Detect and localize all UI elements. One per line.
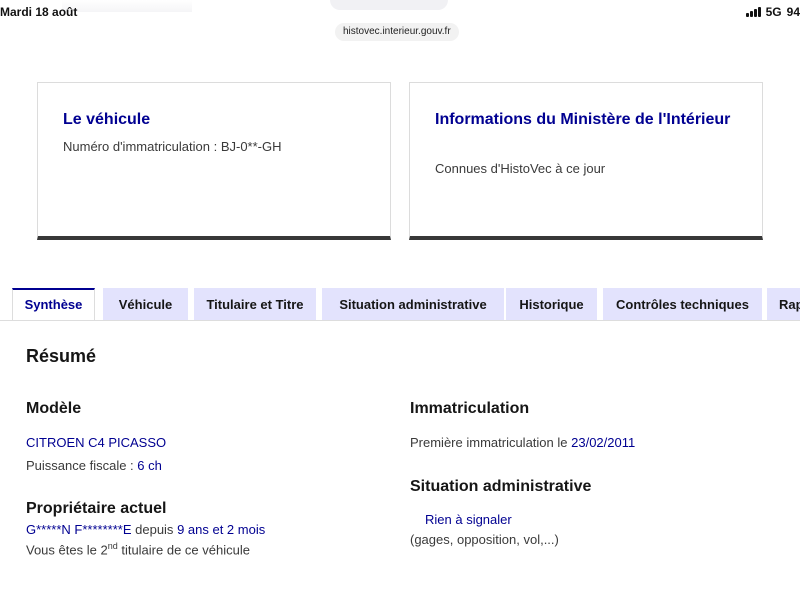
owner-rank-suffix: titulaire de ce véhicule (121, 542, 250, 558)
status-date: Mardi 18 août (0, 5, 78, 19)
tab-bar: Synthèse Véhicule Titulaire et Titre Sit… (12, 288, 800, 321)
first-registration-date: 23/02/2011 (571, 435, 636, 450)
ministry-card: Informations du Ministère de l'Intérieur… (409, 82, 763, 240)
owner-name: G*****N F********E (26, 522, 132, 537)
admin-situation-status: Rien à signaler (425, 512, 512, 527)
vehicle-card: Le véhicule Numéro d'immatriculation : B… (37, 82, 391, 240)
fiscal-power-label: Puissance fiscale : (26, 458, 134, 473)
first-registration: Première immatriculation le 23/02/2011 (410, 435, 635, 450)
ministry-card-title: Informations du Ministère de l'Intérieur (435, 111, 731, 128)
plate-label: Numéro d'immatriculation : (63, 139, 218, 154)
admin-situation-heading: Situation administrative (410, 478, 592, 495)
signal-icon (745, 7, 761, 17)
owner-rank-prefix: Vous êtes le (26, 542, 97, 558)
tab-historique[interactable]: Historique (506, 288, 597, 321)
tab-titulaire-titre[interactable]: Titulaire et Titre (194, 288, 316, 321)
tab-vehicule[interactable]: Véhicule (103, 288, 188, 321)
ministry-card-subtitle: Connues d'HistoVec à ce jour (435, 161, 606, 176)
owner-since-label: depuis (135, 522, 174, 537)
owner-rank-line: Vous êtes le 2nd titulaire de ce véhicul… (26, 541, 250, 557)
owner-line: G*****N F********E depuis 9 ans et 2 moi… (26, 522, 265, 537)
first-registration-label: Première immatriculation le (410, 435, 568, 450)
fiscal-power-value: 6 ch (137, 458, 162, 473)
address-bar[interactable]: histovec.interieur.gouv.fr (335, 23, 459, 41)
summary-heading: Résumé (26, 346, 97, 366)
network-label: 5G (765, 5, 782, 19)
model-name: CITROEN C4 PICASSO (26, 435, 167, 450)
status-indicators: 5G 94 (745, 5, 800, 19)
vehicle-card-title: Le véhicule (63, 111, 151, 128)
admin-situation-details: (gages, opposition, vol,...) (410, 532, 559, 547)
owner-duration: 9 ans et 2 mois (177, 522, 266, 537)
tab-situation-administrative[interactable]: Situation administrative (322, 288, 504, 321)
tab-rapport[interactable]: Rapport (767, 288, 800, 321)
battery-level: 94 (786, 5, 800, 19)
model-heading: Modèle (26, 400, 82, 417)
owner-heading: Propriétaire actuel (26, 500, 167, 517)
registration-heading: Immatriculation (410, 400, 530, 417)
owner-rank-number: 2 (100, 542, 108, 558)
tab-synthese[interactable]: Synthèse (12, 288, 95, 321)
plate-line: Numéro d'immatriculation : BJ-0**-GH (63, 139, 282, 154)
owner-rank-suffix-sup: nd (107, 541, 118, 551)
tab-controles-techniques[interactable]: Contrôles techniques (603, 288, 762, 321)
fiscal-power: Puissance fiscale : 6 ch (26, 458, 162, 473)
plate-value: BJ-0**-GH (220, 139, 282, 154)
